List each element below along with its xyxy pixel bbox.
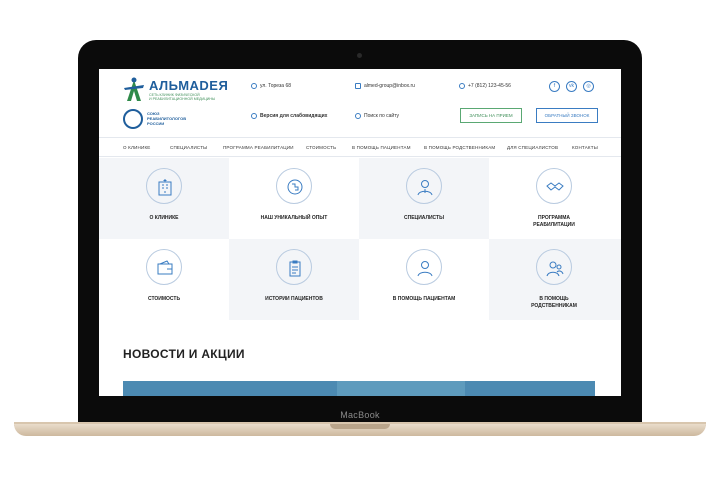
rehab-union-emblem-icon xyxy=(123,109,143,129)
search-text: Поиск по сайту xyxy=(364,113,400,119)
tile-label: СТОИМОСТЬ xyxy=(147,296,181,302)
email-link[interactable]: almed-group@inbox.ru xyxy=(355,83,415,89)
accessibility-text: Версия для слабовидящих xyxy=(260,113,328,119)
site-logo[interactable]: АЛЬМАDЕЯ СЕТЬ КЛИНИК ФИЗИЧЕСКОЙ И РЕАБИЛ… xyxy=(123,77,233,103)
camera-dot xyxy=(357,53,362,58)
address-text: ул. Тореза 68 xyxy=(260,83,292,89)
instagram-icon[interactable]: ◎ xyxy=(583,81,594,92)
callback-button[interactable]: ОБРАТНЫЙ ЗВОНОК xyxy=(536,108,598,123)
logo-figure-icon xyxy=(124,77,144,101)
facebook-icon[interactable]: f xyxy=(549,81,560,92)
tile-specialists[interactable]: СПЕЦИАЛИСТЫ xyxy=(359,158,489,239)
handshake-icon xyxy=(536,168,572,204)
laptop-notch xyxy=(330,424,390,429)
nav-item-program[interactable]: ПРОГРАММА РЕАБИЛИТАЦИИ xyxy=(223,145,294,150)
tile-experience[interactable]: НАШ УНИКАЛЬНЫЙ ОПЫТ xyxy=(229,158,359,239)
doctor-icon xyxy=(406,168,442,204)
tile-label: О КЛИНИКЕ xyxy=(149,215,179,221)
rehab-union-text: СОЮЗ РЕАБИЛИТОЛОГОВ РОССИИ xyxy=(147,111,187,126)
phone-link[interactable]: +7 (812) 123-45-56 xyxy=(459,83,511,89)
logo-name: АЛЬМАDЕЯ xyxy=(149,78,229,93)
tile-relatives[interactable]: В ПОМОЩЬ РОДСТВЕННИКАМ xyxy=(489,239,621,320)
mockup-stage: АЛЬМАDЕЯ СЕТЬ КЛИНИК ФИЗИЧЕСКОЙ И РЕАБИЛ… xyxy=(0,0,720,480)
map-pin-icon xyxy=(251,83,257,89)
puzzle-head-icon xyxy=(276,168,312,204)
tile-program[interactable]: ПРОГРАММА РЕАБИЛИТАЦИИ xyxy=(489,158,621,239)
tile-patients[interactable]: В ПОМОЩЬ ПАЦИЕНТАМ xyxy=(359,239,489,320)
news-banner-segment xyxy=(337,381,465,396)
tile-stories[interactable]: ИСТОРИИ ПАЦИЕНТОВ xyxy=(229,239,359,320)
email-text: almed-group@inbox.ru xyxy=(364,83,415,89)
wallet-icon xyxy=(146,249,182,285)
nav-item-contacts[interactable]: КОНТАКТЫ xyxy=(572,145,598,150)
family-help-icon xyxy=(536,249,572,285)
search-icon xyxy=(355,113,361,119)
vk-icon[interactable]: vk xyxy=(566,81,577,92)
nav-item-clinic[interactable]: О КЛИНИКЕ xyxy=(123,145,150,150)
address: ул. Тореза 68 xyxy=(251,83,291,89)
tile-label: ПРОГРАММА РЕАБИЛИТАЦИИ xyxy=(533,215,575,228)
tile-label: В ПОМОЩЬ РОДСТВЕННИКАМ xyxy=(531,296,577,309)
tile-label: СПЕЦИАЛИСТЫ xyxy=(404,215,444,221)
phone-icon xyxy=(459,83,465,89)
patient-icon xyxy=(406,249,442,285)
main-nav: О КЛИНИКЕ СПЕЦИАЛИСТЫ ПРОГРАММА РЕАБИЛИТ… xyxy=(99,137,621,157)
device-brand-label: MacBook xyxy=(340,410,380,420)
tile-label: НАШ УНИКАЛЬНЫЙ ОПЫТ xyxy=(260,215,328,221)
nav-item-relatives[interactable]: В ПОМОЩЬ РОДСТВЕННИКАМ xyxy=(424,145,495,150)
eye-icon xyxy=(251,113,257,119)
accessibility-toggle[interactable]: Версия для слабовидящих xyxy=(251,113,327,119)
news-banner[interactable] xyxy=(123,381,595,396)
website-screen: АЛЬМАDЕЯ СЕТЬ КЛИНИК ФИЗИЧЕСКОЙ И РЕАБИЛ… xyxy=(99,69,621,396)
phone-text: +7 (812) 123-45-56 xyxy=(468,83,511,89)
service-tiles: О КЛИНИКЕ НАШ УНИКАЛЬНЫЙ ОПЫТ СПЕЦИАЛИСТ… xyxy=(99,158,621,320)
news-heading: НОВОСТИ И АКЦИИ xyxy=(123,347,245,361)
appointment-button[interactable]: ЗАПИСЬ НА ПРИЕМ xyxy=(460,108,522,123)
site-search[interactable]: Поиск по сайту xyxy=(355,113,399,119)
building-icon xyxy=(146,168,182,204)
nav-item-cost[interactable]: СТОИМОСТЬ xyxy=(306,145,336,150)
nav-item-specialists[interactable]: СПЕЦИАЛИСТЫ xyxy=(170,145,207,150)
nav-item-for-specialists[interactable]: ДЛЯ СПЕЦИАЛИСТОВ xyxy=(507,145,558,150)
envelope-icon xyxy=(355,83,361,89)
tile-cost[interactable]: СТОИМОСТЬ xyxy=(99,239,229,320)
logo-subtitle: СЕТЬ КЛИНИК ФИЗИЧЕСКОЙ И РЕАБИЛИТАЦИОННО… xyxy=(149,93,216,101)
rehab-union-logo[interactable]: СОЮЗ РЕАБИЛИТОЛОГОВ РОССИИ xyxy=(123,108,193,130)
clipboard-icon xyxy=(276,249,312,285)
tile-label: В ПОМОЩЬ ПАЦИЕНТАМ xyxy=(392,296,456,302)
tile-label: ИСТОРИИ ПАЦИЕНТОВ xyxy=(265,296,323,302)
tile-clinic[interactable]: О КЛИНИКЕ xyxy=(99,158,229,239)
nav-item-patients[interactable]: В ПОМОЩЬ ПАЦИЕНТАМ xyxy=(352,145,411,150)
